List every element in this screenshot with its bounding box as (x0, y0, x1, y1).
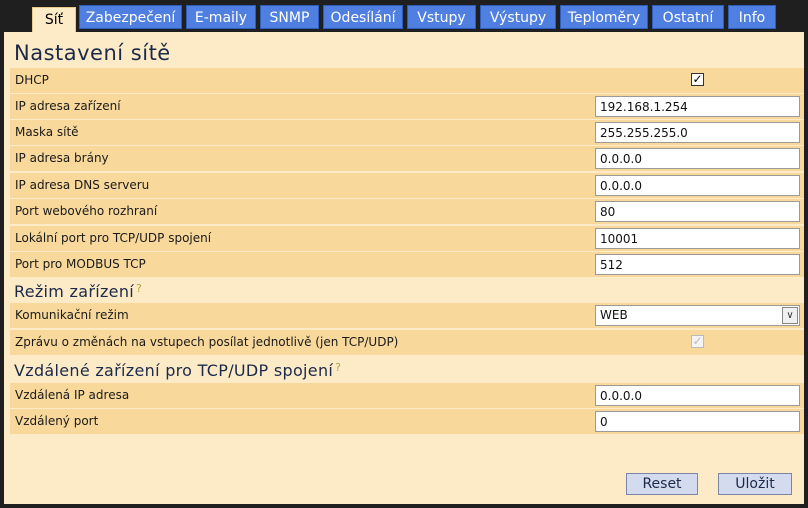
local-port-label: Lokální port pro TCP/UDP spojení (15, 231, 212, 245)
tab-vstupy[interactable]: Vstupy (407, 5, 476, 29)
row-dns: IP adresa DNS serveru (10, 173, 804, 198)
mode-heading: Režim zařízení? (14, 282, 142, 301)
gateway-label: IP adresa brány (15, 151, 109, 165)
save-button[interactable]: Uložit (718, 473, 792, 495)
tab-emaily[interactable]: E-maily (186, 5, 256, 29)
remote-ip-input[interactable] (595, 385, 800, 406)
dhcp-label: DHCP (15, 73, 49, 87)
row-remote-ip: Vzdálená IP adresa (10, 383, 804, 408)
modbus-input[interactable] (595, 254, 800, 275)
page-title: Nastavení sítě (14, 41, 171, 65)
tab-sit[interactable]: Síť (32, 7, 76, 33)
remote-title: Vzdálené zařízení pro TCP/UDP spojení (14, 361, 334, 380)
row-comm-mode: Komunikační režim WEB ∨ (10, 303, 804, 328)
row-remote-port: Vzdálený port (10, 409, 804, 434)
mask-input[interactable] (595, 122, 800, 143)
remote-ip-label: Vzdálená IP adresa (15, 388, 130, 402)
mode-help-icon[interactable]: ? (136, 282, 142, 295)
row-mask: Maska sítě (10, 120, 804, 145)
row-notify: Zprávu o změnách na vstupech posílat jed… (10, 330, 804, 355)
comm-mode-select[interactable]: WEB ∨ (595, 305, 800, 326)
row-local-port: Lokální port pro TCP/UDP spojení (10, 226, 804, 251)
tab-zabezpeceni[interactable]: Zabezpečení (79, 5, 182, 29)
local-port-input[interactable] (595, 228, 800, 249)
row-ip: IP adresa zařízení (10, 94, 804, 119)
row-dhcp: DHCP ✓ (10, 68, 804, 93)
tab-bar: Síť Zabezpečení E-maily SNMP Odesílání V… (0, 0, 808, 33)
modbus-label: Port pro MODBUS TCP (15, 257, 146, 271)
comm-mode-value: WEB (600, 308, 628, 322)
dns-input[interactable] (595, 175, 800, 196)
tab-teplomery[interactable]: Teploměry (560, 5, 648, 29)
remote-port-label: Vzdálený port (15, 414, 99, 428)
reset-button[interactable]: Reset (626, 473, 698, 495)
row-modbus: Port pro MODBUS TCP (10, 252, 804, 277)
dhcp-checkbox[interactable]: ✓ (691, 73, 704, 86)
dns-label: IP adresa DNS serveru (15, 178, 150, 192)
chevron-down-icon[interactable]: ∨ (782, 307, 798, 324)
remote-heading: Vzdálené zařízení pro TCP/UDP spojení? (14, 361, 341, 380)
mask-label: Maska sítě (15, 125, 79, 139)
remote-help-icon[interactable]: ? (335, 361, 341, 374)
mode-title: Režim zařízení (14, 282, 135, 301)
ip-label: IP adresa zařízení (15, 99, 121, 113)
row-gateway: IP adresa brány (10, 146, 804, 171)
tab-vystupy[interactable]: Výstupy (480, 5, 556, 29)
notify-label: Zprávu o změnách na vstupech posílat jed… (15, 335, 399, 349)
notify-checkbox[interactable]: ✓ (691, 335, 704, 348)
gateway-input[interactable] (595, 148, 800, 169)
web-port-label: Port webového rozhraní (15, 204, 158, 218)
tab-snmp[interactable]: SNMP (260, 5, 319, 29)
ip-input[interactable] (595, 96, 800, 117)
tab-ostatni[interactable]: Ostatní (652, 5, 724, 29)
tab-info[interactable]: Info (728, 5, 776, 29)
comm-mode-label: Komunikační režim (15, 308, 129, 322)
remote-port-input[interactable] (595, 411, 800, 432)
tab-odesilani[interactable]: Odesílání (323, 5, 403, 29)
row-web-port: Port webového rozhraní (10, 199, 804, 224)
web-port-input[interactable] (595, 201, 800, 222)
settings-panel: Nastavení sítě DHCP ✓ IP adresa zařízení… (4, 32, 804, 504)
